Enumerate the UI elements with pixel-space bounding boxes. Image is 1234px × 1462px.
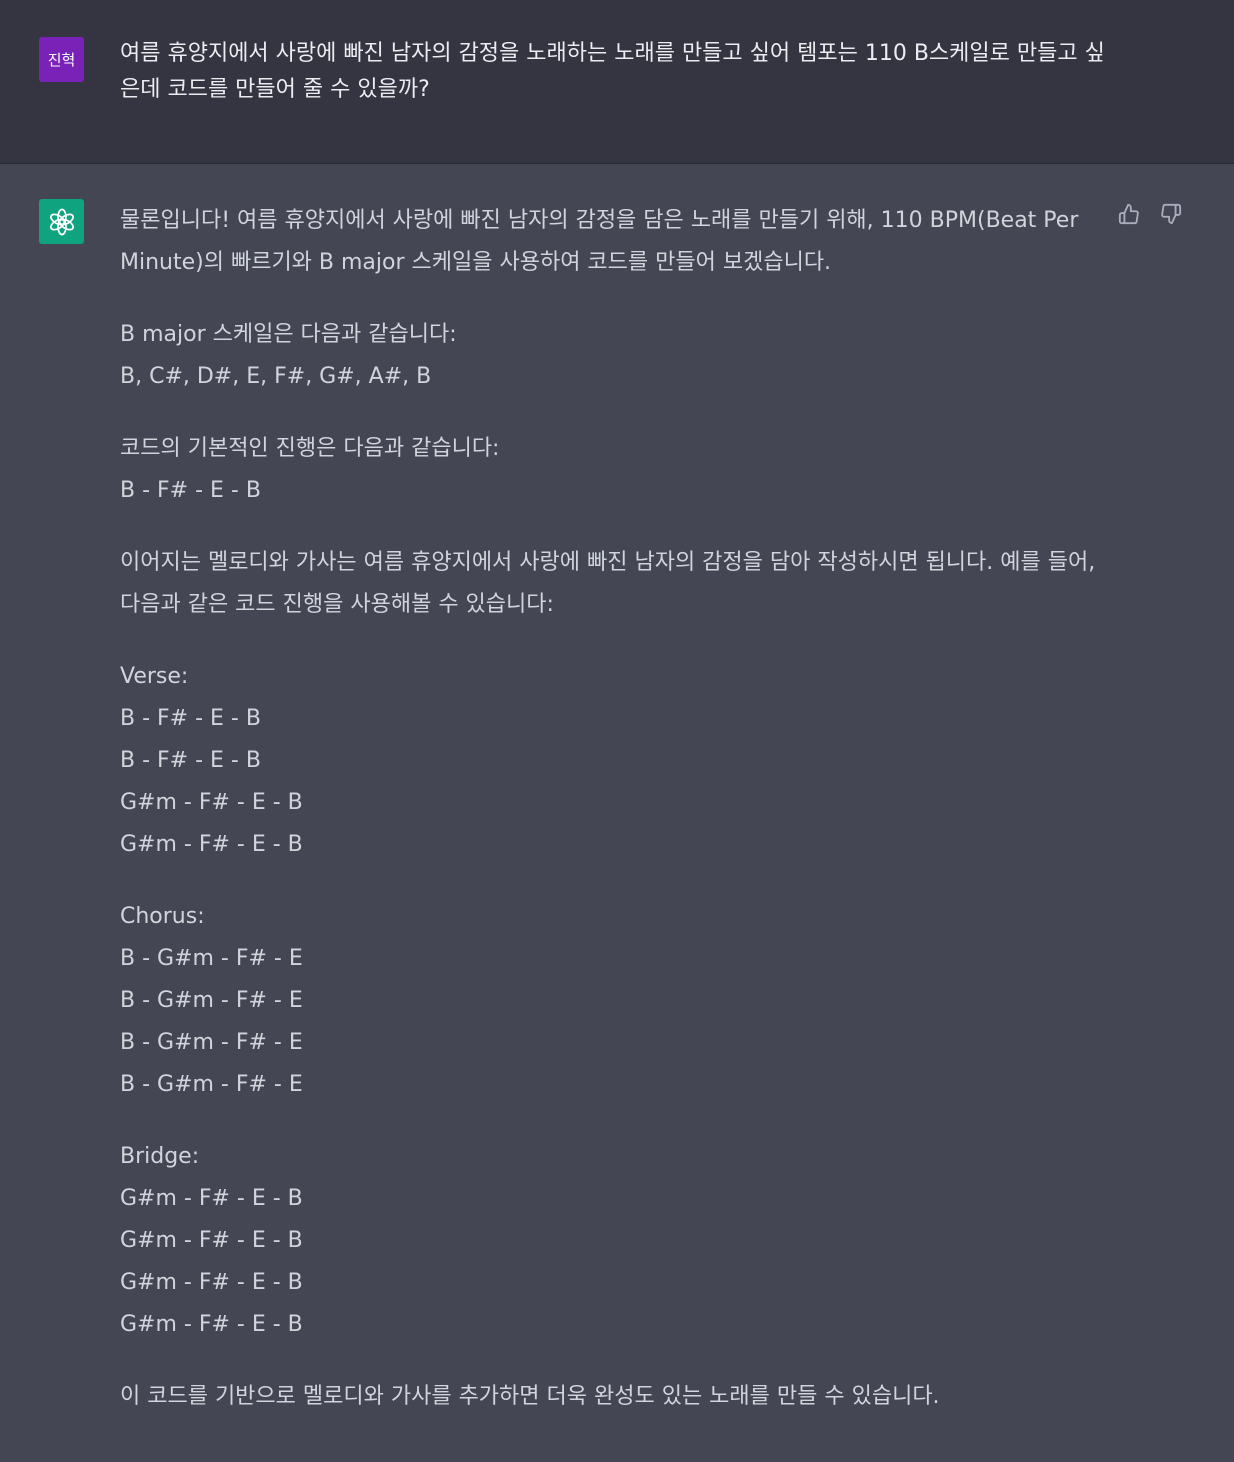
chord-line: G#m - F# - E - B [120,1186,303,1211]
chord-line: B - G#m - F# - E [120,946,303,971]
thumbs-down-button[interactable] [1157,202,1185,230]
closing-paragraph: 이 코드를 기반으로 멜로디와 가사를 추가하면 더욱 완성도 있는 노래를 만… [120,1384,940,1409]
chord-line: G#m - F# - E - B [120,1270,303,1295]
bridge-section: Bridge: G#m - F# - E - B G#m - F# - E - … [120,1136,1110,1346]
progression-heading: 코드의 기본적인 진행은 다음과 같습니다: [120,436,500,461]
intro-paragraph: 물론입니다! 여름 휴양지에서 사랑에 빠진 남자의 감정을 담은 노래를 만들… [120,208,1079,275]
assistant-message-row: 물론입니다! 여름 휴양지에서 사랑에 빠진 남자의 감정을 담은 노래를 만들… [0,164,1234,1462]
bridge-title: Bridge: [120,1144,200,1169]
chorus-section: Chorus: B - G#m - F# - E B - G#m - F# - … [120,896,1110,1106]
thumbs-up-icon [1118,203,1140,229]
user-avatar: 진혁 [39,37,84,82]
verse-title: Verse: [120,664,189,689]
chord-line: B - F# - E - B [120,706,261,731]
chorus-title: Chorus: [120,904,205,929]
chord-line: G#m - F# - E - B [120,832,303,857]
scale-notes: B, C#, D#, E, F#, G#, A#, B [120,364,432,389]
chord-line: B - G#m - F# - E [120,1072,303,1097]
chord-line: G#m - F# - E - B [120,790,303,815]
chord-line: G#m - F# - E - B [120,1312,303,1337]
user-message-row: 진혁 여름 휴양지에서 사랑에 빠진 남자의 감정을 노래하는 노래를 만들고 … [0,0,1234,164]
melody-paragraph: 이어지는 멜로디와 가사는 여름 휴양지에서 사랑에 빠진 남자의 감정을 담아… [120,550,1096,617]
chord-line: B - F# - E - B [120,748,261,773]
thumbs-down-icon [1160,203,1182,229]
openai-logo-icon [39,199,84,244]
scale-paragraph: B major 스케일은 다음과 같습니다: B, C#, D#, E, F#,… [120,314,1110,398]
chord-line: G#m - F# - E - B [120,1228,303,1253]
chord-line: B - G#m - F# - E [120,1030,303,1055]
assistant-message-content: 물론입니다! 여름 휴양지에서 사랑에 빠진 남자의 감정을 담은 노래를 만들… [120,200,1110,1448]
user-message-text: 여름 휴양지에서 사랑에 빠진 남자의 감정을 노래하는 노래를 만들고 싶어 … [120,41,1105,102]
chord-line: B - G#m - F# - E [120,988,303,1013]
progression-paragraph: 코드의 기본적인 진행은 다음과 같습니다: B - F# - E - B [120,428,1110,512]
verse-section: Verse: B - F# - E - B B - F# - E - B G#m… [120,656,1110,866]
progression-chords: B - F# - E - B [120,478,261,503]
user-avatar-text: 진혁 [47,51,76,69]
scale-heading: B major 스케일은 다음과 같습니다: [120,322,457,347]
thumbs-up-button[interactable] [1115,202,1143,230]
